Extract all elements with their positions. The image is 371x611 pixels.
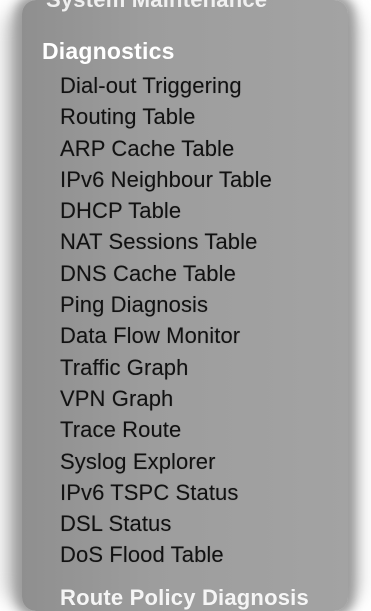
diagnostics-submenu: Dial-out Triggering Routing Table ARP Ca… [60,70,272,571]
menu-item-nat-sessions-table[interactable]: NAT Sessions Table [60,226,272,257]
menu-item-dns-cache-table[interactable]: DNS Cache Table [60,258,272,289]
menu-item-dos-flood-table[interactable]: DoS Flood Table [60,539,272,570]
menu-item-dhcp-table[interactable]: DHCP Table [60,195,272,226]
menu-item-arp-cache-table[interactable]: ARP Cache Table [60,133,272,164]
menu-item-routing-table[interactable]: Routing Table [60,101,272,132]
menu-item-vpn-graph[interactable]: VPN Graph [60,383,272,414]
menu-route-policy-diagnosis[interactable]: Route Policy Diagnosis [60,585,309,611]
menu-diagnostics-header[interactable]: Diagnostics [42,38,175,65]
diagnostics-menu-panel: System Maintenance Diagnostics Dial-out … [22,0,348,611]
menu-item-trace-route[interactable]: Trace Route [60,414,272,445]
menu-item-dial-out-triggering[interactable]: Dial-out Triggering [60,70,272,101]
menu-item-syslog-explorer[interactable]: Syslog Explorer [60,446,272,477]
menu-item-ipv6-tspc-status[interactable]: IPv6 TSPC Status [60,477,272,508]
menu-item-ipv6-neighbour-table[interactable]: IPv6 Neighbour Table [60,164,272,195]
menu-item-traffic-graph[interactable]: Traffic Graph [60,352,272,383]
menu-system-maintenance[interactable]: System Maintenance [46,0,267,13]
screenshot-frame: System Maintenance Diagnostics Dial-out … [0,0,371,611]
menu-item-data-flow-monitor[interactable]: Data Flow Monitor [60,320,272,351]
menu-item-dsl-status[interactable]: DSL Status [60,508,272,539]
menu-item-ping-diagnosis[interactable]: Ping Diagnosis [60,289,272,320]
